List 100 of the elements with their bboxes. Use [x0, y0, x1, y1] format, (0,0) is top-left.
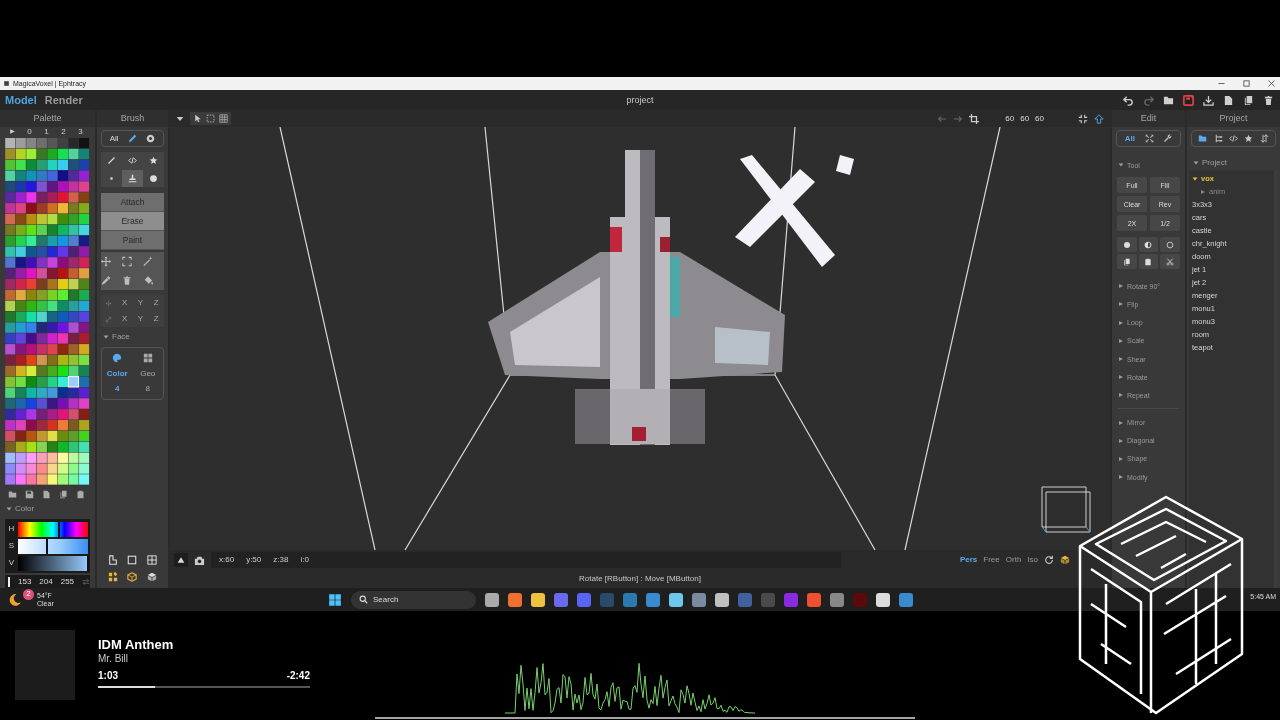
cursor-icon[interactable] [193, 114, 202, 123]
axis-label[interactable]: Z [153, 299, 159, 307]
face-mode-button[interactable]: Geo 8 [132, 353, 163, 393]
trash-icon[interactable] [1263, 94, 1274, 106]
weather-moon-icon[interactable] [8, 592, 22, 607]
channel-label: V [7, 559, 16, 568]
download-icon[interactable] [1203, 94, 1214, 106]
edit-tab[interactable] [1163, 134, 1173, 143]
voxel-jet-drawing[interactable] [488, 150, 785, 445]
expand-button[interactable] [174, 553, 188, 567]
corner-icon[interactable] [107, 555, 118, 565]
size-value[interactable]: 60 [1020, 114, 1030, 123]
view-mode-tab[interactable]: Pers [959, 556, 978, 564]
all-button[interactable]: All [109, 134, 119, 143]
color-slider[interactable] [18, 538, 88, 554]
orientation-cube-icon[interactable] [1041, 486, 1091, 533]
rotate-icon[interactable] [1044, 555, 1054, 565]
size-value[interactable]: 60 [1005, 114, 1015, 123]
save-button[interactable] [1183, 94, 1194, 106]
edit-tab[interactable] [1144, 134, 1154, 143]
square-icon[interactable] [127, 555, 138, 565]
section-title[interactable]: Face [112, 333, 130, 341]
clipboard-icon[interactable] [1144, 257, 1153, 266]
mode-tab[interactable]: Render [44, 94, 83, 106]
cube-icon[interactable] [1060, 555, 1070, 565]
copy-icon[interactable] [1243, 94, 1254, 106]
brush-mode-button[interactable]: Erase [101, 212, 164, 231]
view-mode-tab[interactable]: Free [983, 556, 1000, 564]
folder-icon[interactable] [8, 490, 17, 500]
axis-label[interactable]: Y [137, 299, 144, 307]
cube-icon[interactable] [147, 572, 158, 582]
maximize-icon[interactable] [1242, 79, 1251, 88]
filled-circle-icon[interactable] [1122, 240, 1131, 249]
select-icon[interactable] [206, 114, 215, 123]
app-icon[interactable] [669, 592, 683, 607]
view-mode-tab[interactable]: Iso [1027, 556, 1038, 564]
crop-icon[interactable] [969, 113, 980, 124]
folder-icon[interactable] [1163, 94, 1174, 106]
grid-icon[interactable] [147, 555, 158, 565]
axis-label[interactable]: Y [137, 315, 144, 323]
caret-down-icon[interactable] [176, 114, 184, 123]
brush-mode-button[interactable]: Attach [101, 193, 164, 212]
axis-label[interactable]: X [121, 299, 128, 307]
cube-icon[interactable] [127, 572, 138, 582]
section-title[interactable]: Project [1202, 159, 1227, 167]
coordinate-value: x:60 [219, 556, 235, 564]
arrow-up-icon[interactable] [1094, 113, 1104, 124]
palette-grid-drawing[interactable] [5, 137, 90, 486]
axis-label[interactable]: Z [153, 315, 159, 323]
settings-icon[interactable] [146, 134, 156, 143]
face-mode-button[interactable]: Color 4 [102, 353, 133, 393]
undo-icon[interactable] [1123, 94, 1134, 106]
notification-badge: 2 [23, 588, 34, 600]
project-tab[interactable] [1259, 134, 1269, 143]
copy-icon[interactable] [59, 490, 68, 500]
layout-icon[interactable] [107, 572, 118, 582]
app-icon[interactable] [508, 592, 522, 607]
close-icon[interactable] [1267, 79, 1276, 88]
color-slider[interactable] [18, 555, 88, 571]
scissors-icon[interactable] [1166, 257, 1175, 266]
edit-tab[interactable]: All [1124, 134, 1135, 143]
mode-tab[interactable]: Model [5, 94, 37, 106]
play-icon[interactable] [9, 128, 16, 136]
code-icon [128, 156, 137, 165]
brush-shape-button[interactable] [122, 170, 143, 187]
axis-label[interactable]: X [121, 315, 128, 323]
copy-icon[interactable] [1122, 257, 1131, 266]
app-icon[interactable] [876, 592, 890, 607]
star-icon [1244, 134, 1254, 143]
size-value[interactable]: 60 [1035, 114, 1044, 123]
grid-select-icon[interactable] [219, 114, 228, 123]
search-field[interactable]: Search [351, 590, 476, 609]
stamp-icon [128, 174, 137, 183]
slider-thumb[interactable] [45, 538, 48, 554]
color-slider[interactable] [18, 521, 88, 537]
redo-icon[interactable] [1143, 94, 1154, 106]
start-icon[interactable] [328, 592, 342, 607]
pen-icon[interactable] [127, 134, 137, 143]
save-icon[interactable] [25, 490, 34, 500]
view-mode-tab[interactable]: Orth [1005, 556, 1022, 564]
app-icon[interactable] [485, 592, 499, 607]
voxel-cross-drawing[interactable] [735, 155, 854, 267]
brush-mode-button[interactable]: Paint [101, 231, 164, 250]
shrink-icon[interactable] [1078, 113, 1088, 124]
column-label: 3 [77, 127, 84, 136]
app-icon[interactable] [715, 592, 729, 607]
clipboard-icon[interactable] [76, 490, 85, 500]
app-icon[interactable] [531, 592, 545, 607]
camera-icon[interactable] [194, 554, 205, 566]
file-icon[interactable] [1223, 94, 1234, 106]
panel-title: Edit [1140, 114, 1157, 123]
project-tab[interactable] [1198, 134, 1208, 143]
slider-thumb[interactable] [57, 521, 60, 537]
ring-icon[interactable] [1166, 240, 1175, 249]
file-icon[interactable] [42, 490, 51, 500]
section-title[interactable]: Color [15, 505, 35, 514]
project-tab[interactable] [1244, 134, 1254, 143]
project-tab[interactable] [1228, 134, 1238, 143]
project-tab[interactable] [1213, 134, 1223, 143]
panel-title: Brush [120, 114, 145, 123]
